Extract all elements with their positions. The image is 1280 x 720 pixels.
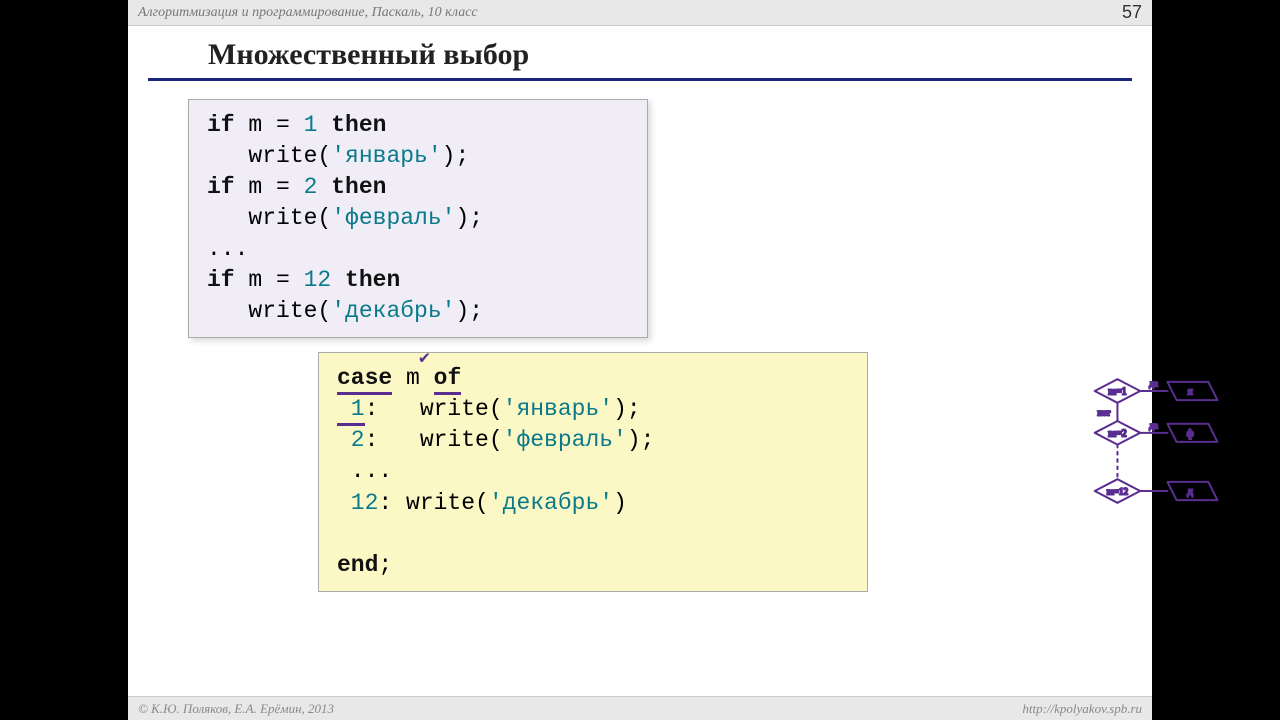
kw-case: case <box>337 365 392 395</box>
svg-text:ф: ф <box>1187 427 1194 439</box>
svg-text:д: д <box>1187 486 1193 498</box>
content-area: if m = 1 then write('январь'); if m = 2 … <box>128 81 1152 592</box>
slide: Алгоритмизация и программирование, Паска… <box>128 0 1152 720</box>
svg-text:m=1: m=1 <box>1108 387 1126 398</box>
hand-mark-icon: ✔ <box>419 347 430 371</box>
svg-text:нет: нет <box>1097 408 1110 418</box>
svg-text:да: да <box>1149 378 1158 388</box>
svg-text:m=12: m=12 <box>1107 487 1129 497</box>
svg-text:я: я <box>1188 386 1193 398</box>
header-bar: Алгоритмизация и программирование, Паска… <box>128 0 1152 26</box>
flowchart-sketch-icon: m=1 да я нет m=2 да ф m=12 д <box>1072 361 1272 561</box>
course-title: Алгоритмизация и программирование, Паска… <box>138 5 478 21</box>
code-block-case: ✔case m of 1: write('январь'); 2: write(… <box>318 352 868 591</box>
footer-bar: © К.Ю. Поляков, Е.А. Ерёмин, 2013 http:/… <box>128 696 1152 720</box>
svg-text:да: да <box>1149 420 1158 430</box>
svg-text:m=2: m=2 <box>1108 428 1126 439</box>
footer-authors: © К.Ю. Поляков, Е.А. Ерёмин, 2013 <box>138 701 334 717</box>
page-number: 57 <box>1122 2 1142 23</box>
footer-url: http://kpolyakov.spb.ru <box>1022 701 1142 717</box>
kw-if: if <box>207 112 235 138</box>
code-block-if: if m = 1 then write('январь'); if m = 2 … <box>188 99 648 338</box>
slide-title: Множественный выбор <box>148 26 1132 81</box>
